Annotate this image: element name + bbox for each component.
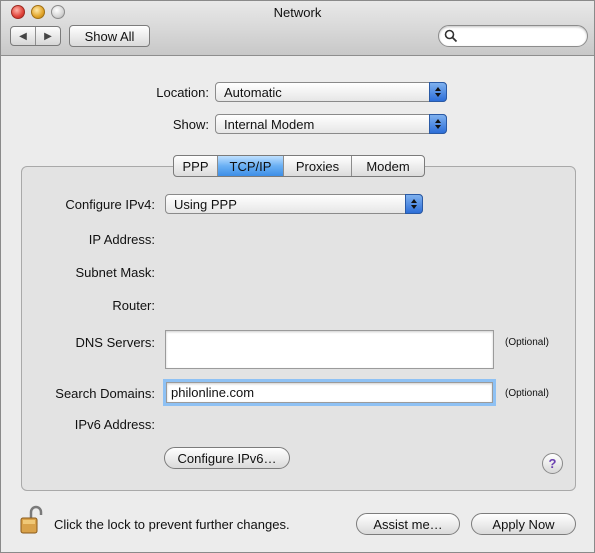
location-popup[interactable]: Automatic <box>215 82 447 102</box>
search-field[interactable] <box>438 25 588 47</box>
show-value: Internal Modem <box>224 116 315 132</box>
location-value: Automatic <box>224 84 282 100</box>
dns-servers-field[interactable] <box>165 330 494 369</box>
show-label: Show: <box>172 117 209 132</box>
popup-arrows-icon <box>429 82 447 102</box>
tab-proxies[interactable]: Proxies <box>284 156 352 176</box>
help-icon[interactable]: ? <box>542 453 563 474</box>
show-all-button[interactable]: Show All <box>69 25 150 47</box>
search-icon <box>444 29 458 43</box>
popup-arrows-icon <box>429 114 447 134</box>
ip-address-label: IP Address: <box>88 232 155 247</box>
apply-now-button[interactable]: Apply Now <box>471 513 576 535</box>
popup-arrows-icon <box>405 194 423 214</box>
configure-ipv4-popup[interactable]: Using PPP <box>165 194 423 214</box>
ipv6-address-label: IPv6 Address: <box>74 417 155 432</box>
configure-ipv6-button[interactable]: Configure IPv6… <box>164 447 290 469</box>
search-domains-field[interactable]: philonline.com <box>163 379 496 406</box>
router-label: Router: <box>112 298 155 313</box>
tab-tcpip[interactable]: TCP/IP <box>218 156 284 176</box>
toolbar: Network ◀ ▶ Show All <box>1 1 594 56</box>
search-domains-label: Search Domains: <box>55 386 155 401</box>
forward-arrow-icon[interactable]: ▶ <box>36 27 60 45</box>
network-preferences-window: Network ◀ ▶ Show All Location: Automatic… <box>0 0 595 553</box>
search-input[interactable] <box>461 28 581 44</box>
tab-ppp[interactable]: PPP <box>174 156 218 176</box>
dns-servers-label: DNS Servers: <box>75 335 155 350</box>
back-arrow-icon[interactable]: ◀ <box>11 27 36 45</box>
tab-content-box: Configure IPv4: Using PPP IP Address: Su… <box>21 166 576 491</box>
subnet-mask-label: Subnet Mask: <box>75 265 156 280</box>
padlock-open-icon[interactable] <box>19 504 43 536</box>
tab-modem[interactable]: Modem <box>352 156 424 176</box>
tab-bar: PPP TCP/IP Proxies Modem <box>173 155 425 177</box>
dns-optional-hint: (Optional) <box>505 337 549 348</box>
back-forward-control: ◀ ▶ <box>10 26 61 46</box>
configure-ipv4-label: Configure IPv4: <box>65 197 155 212</box>
configure-ipv4-value: Using PPP <box>174 196 237 212</box>
lock-message: Click the lock to prevent further change… <box>54 517 290 532</box>
window-title: Network <box>273 5 322 20</box>
assist-me-button[interactable]: Assist me… <box>356 513 460 535</box>
search-domains-optional-hint: (Optional) <box>505 388 549 399</box>
show-popup[interactable]: Internal Modem <box>215 114 447 134</box>
location-label: Location: <box>156 85 209 100</box>
